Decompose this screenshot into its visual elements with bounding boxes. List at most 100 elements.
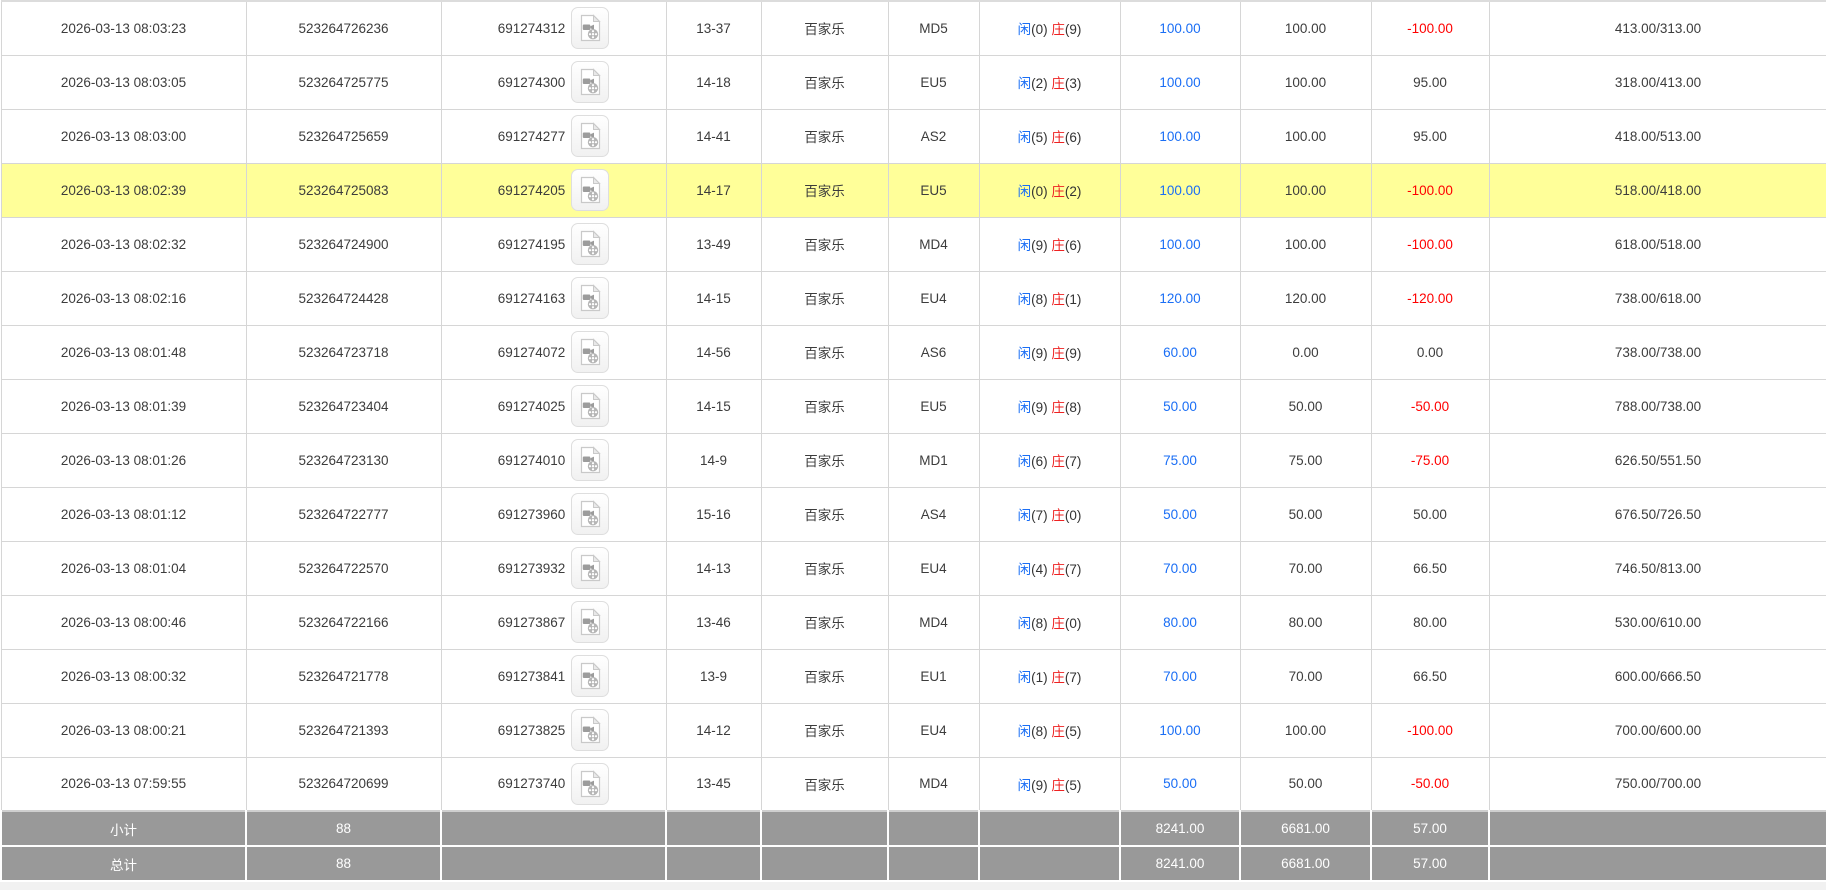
player-count: (0) [1031, 22, 1048, 38]
player-count: (6) [1031, 454, 1048, 469]
valid-amount: 70.00 [1239, 648, 1372, 704]
table-code: EU1 [887, 648, 980, 704]
bet-amount[interactable]: 70.00 [1119, 648, 1241, 704]
table-row[interactable]: 2026-03-13 08:03:23 523264726236 6912743… [0, 0, 1826, 56]
round-cell: 691273825 [440, 702, 667, 758]
bet-amount[interactable]: 100.00 [1119, 162, 1241, 218]
round-cell: 691273867 [440, 594, 667, 650]
bet-id: 523264721393 [245, 702, 442, 758]
table-row[interactable]: 2026-03-13 08:01:48 523264723718 6912740… [0, 324, 1826, 380]
bet-amount[interactable]: 70.00 [1119, 540, 1241, 596]
table-round: 14-12 [665, 702, 762, 758]
round-id: 691273841 [497, 668, 566, 684]
video-record-icon[interactable] [571, 385, 610, 427]
bet-id: 523264720699 [245, 756, 442, 812]
video-record-icon[interactable] [571, 169, 610, 211]
table-row[interactable]: 2026-03-13 08:01:04 523264722570 6912739… [0, 540, 1826, 596]
bet-amount[interactable]: 120.00 [1119, 270, 1241, 326]
player-count: (8) [1031, 724, 1048, 739]
banker-count: (7) [1064, 670, 1082, 685]
video-record-icon[interactable] [571, 7, 610, 50]
video-record-icon[interactable] [571, 61, 610, 103]
table-code: EU5 [887, 378, 980, 434]
subtotal-count: 88 [245, 810, 442, 847]
game-type: 百家乐 [760, 486, 889, 542]
player-count: (1) [1031, 670, 1048, 685]
player-label: 闲 [1017, 777, 1032, 793]
table-round: 14-15 [665, 378, 762, 434]
round-id: 691274010 [497, 452, 566, 468]
video-record-icon[interactable] [571, 331, 610, 373]
round-cell: 691273740 [440, 756, 667, 812]
bet-amount[interactable]: 50.00 [1119, 756, 1241, 812]
balance-before-after: 700.00/600.00 [1488, 702, 1826, 758]
bet-amount[interactable]: 100.00 [1119, 702, 1241, 758]
table-row[interactable]: 2026-03-13 08:02:39 523264725083 6912742… [0, 162, 1826, 218]
bet-time: 2026-03-13 08:03:05 [0, 54, 247, 110]
video-record-icon[interactable] [571, 655, 610, 697]
video-record-icon[interactable] [571, 547, 610, 589]
video-record-icon[interactable] [571, 762, 610, 805]
winloss-amount: 95.00 [1370, 108, 1490, 164]
banker-count: (3) [1064, 76, 1082, 91]
round-cell: 691274163 [440, 270, 667, 326]
bet-amount[interactable]: 75.00 [1119, 432, 1241, 488]
video-record-icon[interactable] [571, 223, 610, 265]
bet-amount[interactable]: 100.00 [1119, 0, 1241, 56]
bet-amount[interactable]: 80.00 [1119, 594, 1241, 650]
game-type: 百家乐 [760, 54, 889, 110]
banker-label: 庄 [1051, 400, 1065, 415]
winloss-amount: 66.50 [1370, 648, 1490, 704]
banker-count: (6) [1064, 130, 1082, 145]
game-result: 闲(7) 庄(0) [978, 486, 1121, 542]
table-row[interactable]: 2026-03-13 08:02:16 523264724428 6912741… [0, 270, 1826, 326]
bet-amount[interactable]: 60.00 [1119, 324, 1241, 380]
bet-amount[interactable]: 50.00 [1119, 486, 1241, 542]
table-row[interactable]: 2026-03-13 08:02:32 523264724900 6912741… [0, 216, 1826, 272]
round-id: 691274312 [497, 20, 566, 36]
valid-amount: 80.00 [1239, 594, 1372, 650]
table-row[interactable]: 2026-03-13 08:03:00 523264725659 6912742… [0, 108, 1826, 164]
player-label: 闲 [1017, 184, 1032, 199]
bet-amount[interactable]: 50.00 [1119, 378, 1241, 434]
game-result: 闲(2) 庄(3) [978, 54, 1121, 110]
table-row[interactable]: 2026-03-13 08:01:26 523264723130 6912740… [0, 432, 1826, 488]
balance-before-after: 750.00/700.00 [1488, 756, 1826, 812]
banker-count: (9) [1064, 346, 1082, 361]
bet-time: 2026-03-13 08:01:12 [0, 486, 247, 542]
table-round: 14-18 [665, 54, 762, 110]
winloss-amount: -50.00 [1370, 378, 1490, 434]
total-label: 总计 [0, 845, 247, 882]
table-row[interactable]: 2026-03-13 08:01:12 523264722777 6912739… [0, 486, 1826, 542]
banker-count: (5) [1064, 777, 1082, 793]
table-row[interactable]: 2026-03-13 08:01:39 523264723404 6912740… [0, 378, 1826, 434]
video-record-icon[interactable] [571, 601, 610, 643]
bet-amount[interactable]: 100.00 [1119, 108, 1241, 164]
table-row[interactable]: 2026-03-13 08:00:32 523264721778 6912738… [0, 648, 1826, 704]
subtotal-empty-game [760, 810, 889, 847]
valid-amount: 75.00 [1239, 432, 1372, 488]
table-row[interactable]: 2026-03-13 08:00:46 523264722166 6912738… [0, 594, 1826, 650]
table-row[interactable]: 2026-03-13 08:03:05 523264725775 6912743… [0, 54, 1826, 110]
total-empty-tablecode [887, 845, 980, 882]
banker-count: (7) [1064, 562, 1082, 577]
player-count: (9) [1031, 400, 1048, 415]
bet-id: 523264725659 [245, 108, 442, 164]
bet-id: 523264723130 [245, 432, 442, 488]
valid-amount: 100.00 [1239, 216, 1372, 272]
video-record-icon[interactable] [571, 493, 610, 535]
video-record-icon[interactable] [571, 709, 610, 751]
bet-id: 523264726236 [245, 0, 442, 56]
video-record-icon[interactable] [571, 439, 610, 481]
player-count: (0) [1031, 184, 1048, 199]
game-type: 百家乐 [760, 216, 889, 272]
bet-amount[interactable]: 100.00 [1119, 54, 1241, 110]
bet-amount[interactable]: 100.00 [1119, 216, 1241, 272]
table-row[interactable]: 2026-03-13 07:59:55 523264720699 6912737… [0, 756, 1826, 812]
balance-before-after: 618.00/518.00 [1488, 216, 1826, 272]
video-record-icon[interactable] [571, 115, 610, 157]
valid-amount: 100.00 [1239, 54, 1372, 110]
banker-label: 庄 [1051, 130, 1065, 145]
video-record-icon[interactable] [571, 277, 610, 319]
table-row[interactable]: 2026-03-13 08:00:21 523264721393 6912738… [0, 702, 1826, 758]
